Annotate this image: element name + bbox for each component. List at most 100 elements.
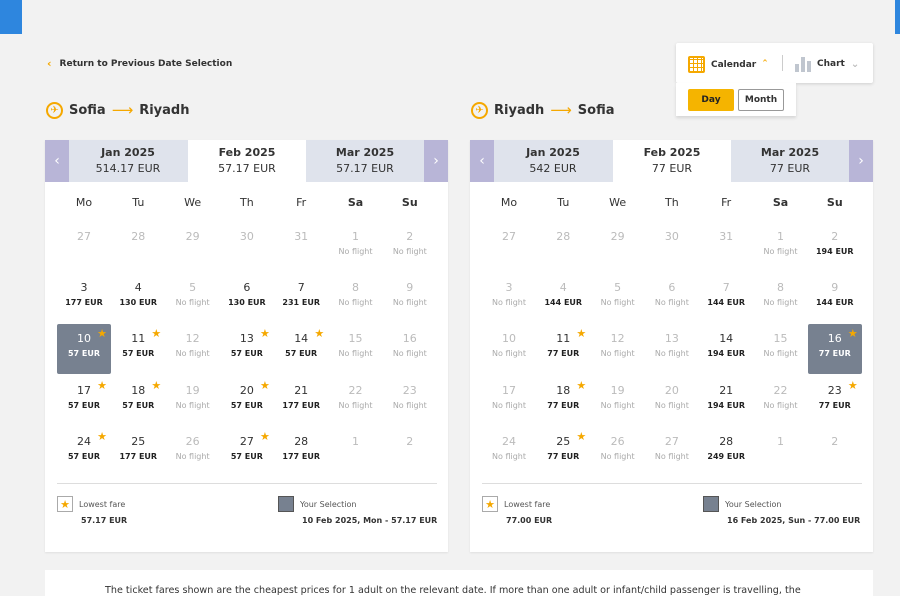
chart-view-label: Chart [817,59,845,69]
day-number: 15 [773,332,788,346]
day-cell: 8 No flight [754,273,808,323]
legend-divider [482,483,862,484]
day-price: No flight [338,349,373,359]
selection-swatch [703,496,719,512]
day-cell: 28 [536,222,590,272]
day-cell[interactable]: 14 194 EUR [699,324,753,374]
day-price: No flight [763,400,798,410]
day-number: 28 [719,434,734,448]
month-tab[interactable]: Jan 2025 514.17 EUR [69,140,187,182]
day-number: 26 [610,434,625,448]
day-cell: 17 No flight [482,376,536,426]
month-tab[interactable]: Jan 2025 542 EUR [494,140,612,182]
day-cell: 15 No flight [754,324,808,374]
day-cell[interactable]: 21 194 EUR [699,376,753,426]
day-price: 77 EUR [547,451,580,461]
day-cell: 31 [699,222,753,272]
day-cell[interactable]: 13 57 EUR ★ [220,324,274,374]
day-cell[interactable]: 28 249 EUR [699,427,753,477]
day-cell: 30 [645,222,699,272]
month-tab[interactable]: Mar 2025 77 EUR [731,140,849,182]
day-cell: 22 No flight [329,376,383,426]
day-number: 14 [719,332,734,346]
day-cell: 29 [591,222,645,272]
day-number: 20 [664,383,679,397]
day-cell[interactable]: 14 57 EUR ★ [274,324,328,374]
star-icon: ★ [97,429,107,443]
star-icon: ★ [847,378,858,392]
month-tab[interactable]: Feb 2025 57.17 EUR [188,140,306,182]
day-price: No flight [654,400,689,410]
day-price: 77 EUR [818,400,851,410]
day-cell: 24 No flight [482,427,536,477]
calendar-icon [688,56,705,73]
day-cell[interactable]: 21 177 EUR [274,376,328,426]
day-cell[interactable]: 18 77 EUR ★ [536,376,590,426]
day-cell: 2 [383,427,437,477]
day-cell[interactable]: 7 231 EUR [274,273,328,323]
day-price: 144 EUR [815,298,854,308]
day-mode-button[interactable]: Day [688,89,734,111]
day-cell: 2 194 EUR [808,222,862,272]
day-cell[interactable]: 20 57 EUR ★ [220,376,274,426]
day-cell[interactable]: 6 130 EUR [220,273,274,323]
day-price: 194 EUR [815,247,854,256]
star-icon: ★ [97,327,107,341]
day-price: No flight [492,451,526,461]
weekday-label: We [609,196,627,209]
day-price: No flight [175,400,210,410]
next-month-button[interactable]: › [424,140,448,182]
day-number: 16 [402,332,417,346]
day-cell[interactable]: 3 177 EUR [57,273,111,323]
day-cell[interactable]: 11 77 EUR ★ [536,324,590,374]
day-cell: 12 No flight [166,324,220,374]
day-cell[interactable]: 27 57 EUR ★ [220,427,274,477]
header-edge-left [0,0,22,34]
day-cell[interactable]: 24 57 EUR ★ [57,427,111,477]
chevron-left-icon: ‹ [47,57,52,70]
next-month-button[interactable]: › [849,140,873,182]
back-link[interactable]: ‹ Return to Previous Date Selection [47,57,232,70]
star-icon: ★ [260,327,270,341]
day-cell[interactable]: 23 77 EUR ★ [808,376,862,426]
day-cell[interactable]: 25 177 EUR [111,427,165,477]
day-number: 2 [406,434,414,448]
prev-month-button[interactable]: ‹ [470,140,494,182]
weekday-label: Su [826,196,843,209]
star-icon: ★ [97,378,107,392]
day-price: 231 EUR [282,298,320,308]
day-cell: 19 No flight [591,376,645,426]
header-edge-right [895,0,900,34]
day-cell[interactable]: 28 177 EUR [274,427,328,477]
day-cell[interactable]: 17 57 EUR ★ [57,376,111,426]
day-cell[interactable]: 25 77 EUR ★ [536,427,590,477]
month-tab[interactable]: Mar 2025 57.17 EUR [306,140,424,182]
day-cell[interactable]: 18 57 EUR ★ [111,376,165,426]
day-cell[interactable]: 16 77 EUR ★ [807,324,862,375]
day-cell: 1 [754,427,808,477]
outbound-origin: Sofia [69,102,106,118]
day-price: 57 EUR [230,451,263,461]
day-cell[interactable]: 11 57 EUR ★ [111,324,165,374]
star-icon: ★ [576,327,587,341]
month-tab[interactable]: Feb 2025 77 EUR [613,140,731,182]
arrow-right-icon: ⟶ [550,101,572,119]
day-price: 57 EUR [67,349,101,359]
day-price: No flight [392,247,427,256]
day-cell[interactable]: 4 130 EUR [111,273,165,323]
bar-chart-icon [795,56,811,72]
day-number: 30 [664,230,679,243]
day-cell: 4 144 EUR [536,273,590,323]
calendar-view-toggle[interactable]: Calendar ˆ [688,56,768,73]
lowest-fare-legend: ★ Lowest fare 57.17 EUR [57,496,127,525]
month-mode-button[interactable]: Month [738,89,784,111]
day-cell[interactable]: 10 57 EUR ★ [57,324,111,375]
day-number: 24 [502,434,516,448]
day-number: 10 [502,332,516,346]
prev-month-button[interactable]: ‹ [45,140,69,182]
star-icon: ★ [260,429,270,443]
day-cell: 1 No flight [754,222,808,272]
day-cell: 9 144 EUR [808,273,862,323]
day-price: 177 EUR [282,400,320,410]
chart-view-toggle[interactable]: Chart ⌄ [795,56,859,72]
